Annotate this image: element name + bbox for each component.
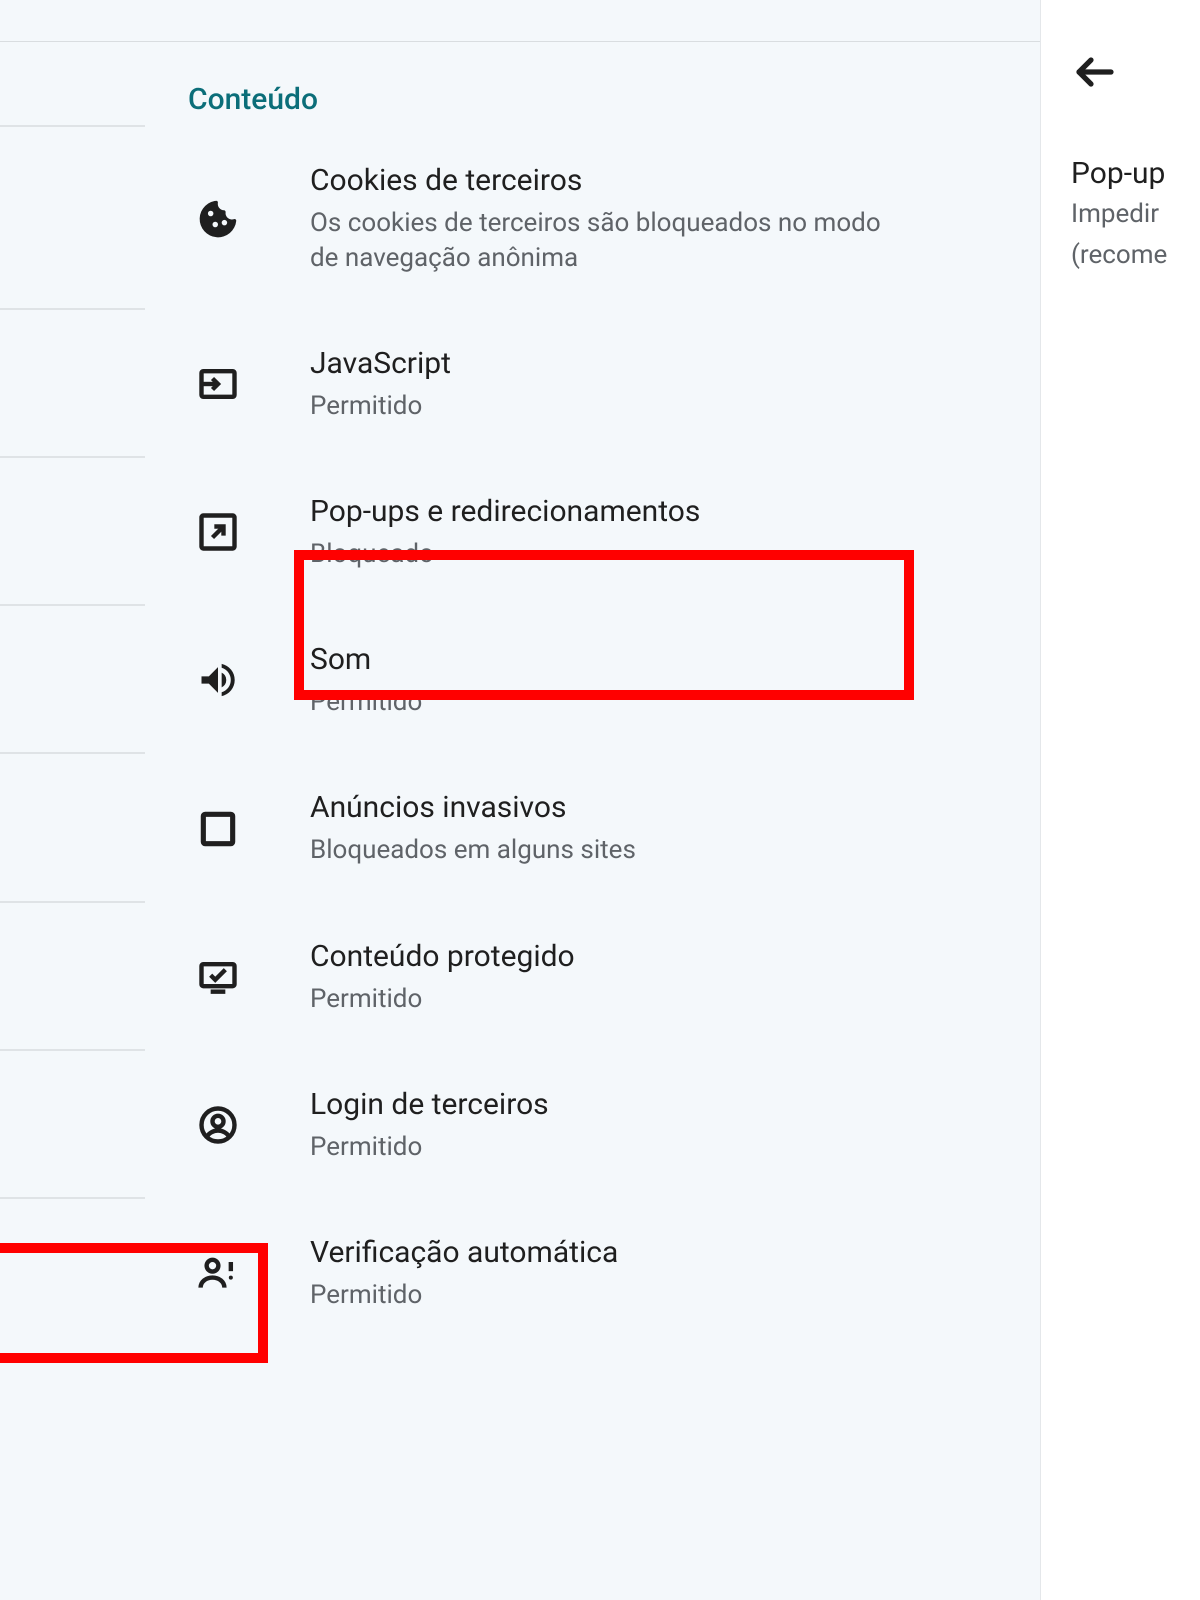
- detail-sub2: (recome: [1071, 238, 1200, 273]
- detail-panel: Pop-up Impedir (recome: [1040, 0, 1200, 1600]
- open-in-new-icon: [196, 510, 240, 554]
- row-title: Pop-ups e redirecionamentos: [310, 492, 1040, 531]
- row-title: Som: [310, 640, 1040, 679]
- section-header-content: Conteúdo: [0, 42, 1040, 127]
- row-title: Verificação automática: [310, 1233, 1040, 1272]
- row-sub: Permitido: [310, 1278, 910, 1313]
- top-divider: [0, 0, 1040, 42]
- row-ads[interactable]: Anúncios invasivos Bloqueados em alguns …: [0, 754, 1040, 902]
- row-cookies[interactable]: Cookies de terceiros Os cookies de terce…: [0, 127, 1040, 310]
- row-title: Cookies de terceiros: [310, 161, 1040, 200]
- ads-icon: [196, 807, 240, 851]
- row-divider: [0, 901, 145, 903]
- settings-content-panel: Conteúdo Cookies de terceiros Os cookies…: [0, 0, 1040, 1600]
- sound-icon: [196, 658, 240, 702]
- protected-content-icon: [196, 955, 240, 999]
- row-sub: Bloqueados em alguns sites: [310, 833, 910, 868]
- row-javascript[interactable]: JavaScript Permitido: [0, 310, 1040, 458]
- row-popups[interactable]: Pop-ups e redirecionamentos Bloqueado: [0, 458, 1040, 606]
- row-divider: [0, 752, 145, 754]
- row-sub: Permitido: [310, 389, 910, 424]
- row-sub: Permitido: [310, 1130, 910, 1165]
- row-auto-verify[interactable]: Verificação automática Permitido: [0, 1199, 1040, 1347]
- detail-sub: Impedir: [1071, 197, 1200, 232]
- row-divider: [0, 125, 145, 127]
- row-title: JavaScript: [310, 344, 1040, 383]
- row-thirdparty-login[interactable]: Login de terceiros Permitido: [0, 1051, 1040, 1199]
- row-title: Anúncios invasivos: [310, 788, 1040, 827]
- row-divider: [0, 1049, 145, 1051]
- row-sub: Permitido: [310, 982, 910, 1017]
- row-protected[interactable]: Conteúdo protegido Permitido: [0, 903, 1040, 1051]
- person-circle-icon: [196, 1103, 240, 1147]
- row-title: Login de terceiros: [310, 1085, 1040, 1124]
- row-divider: [0, 1197, 145, 1199]
- row-divider: [0, 308, 145, 310]
- person-alert-icon: [196, 1251, 240, 1295]
- row-divider: [0, 604, 145, 606]
- javascript-icon: [196, 362, 240, 406]
- row-sub: Bloqueado: [310, 537, 910, 572]
- cookie-icon: [196, 197, 240, 241]
- row-title: Conteúdo protegido: [310, 937, 1040, 976]
- row-divider: [0, 456, 145, 458]
- row-sound[interactable]: Som Permitido: [0, 606, 1040, 754]
- row-sub: Permitido: [310, 685, 910, 720]
- detail-title: Pop-up: [1071, 156, 1200, 191]
- back-arrow-icon[interactable]: [1071, 48, 1119, 96]
- row-sub: Os cookies de terceiros são bloqueados n…: [310, 206, 910, 276]
